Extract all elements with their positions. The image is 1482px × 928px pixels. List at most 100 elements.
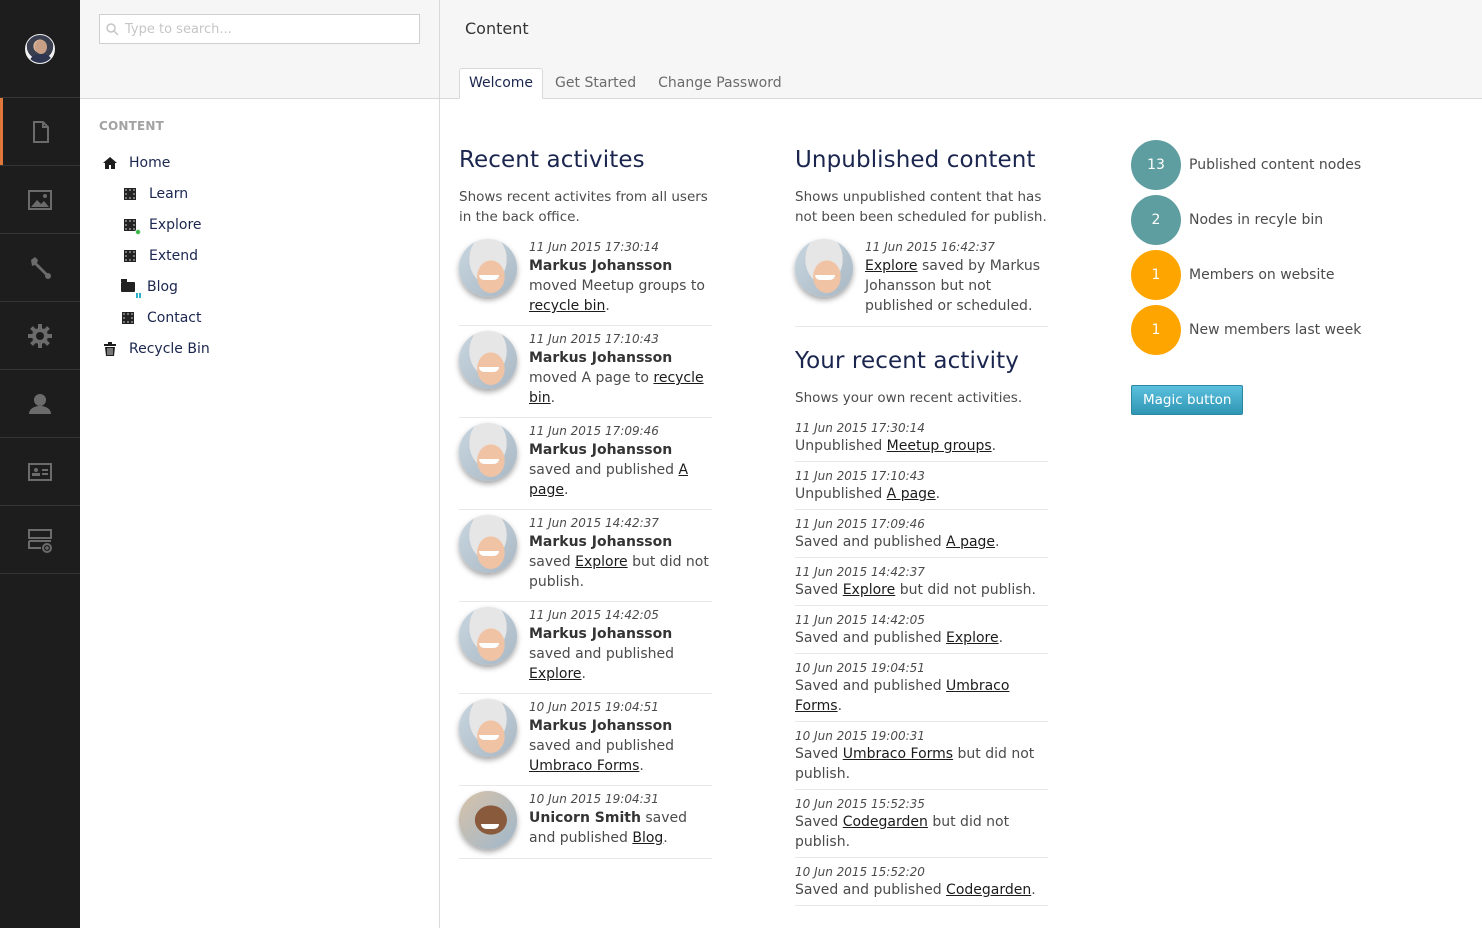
user-avatar	[459, 331, 517, 389]
content-link[interactable]: Explore	[575, 554, 628, 570]
unpublished-section: Unpublished content Shows unpublished co…	[795, 140, 1048, 910]
user-avatar[interactable]	[25, 33, 55, 64]
activity-item: 11 Jun 2015 17:09:46 Markus Johansson sav…	[459, 421, 712, 510]
document-icon	[120, 310, 136, 326]
activity-text-end: .	[550, 390, 556, 406]
content-link[interactable]: Umbraco Forms	[843, 746, 953, 762]
activity-text-end: .	[995, 534, 1000, 550]
section-users[interactable]	[0, 370, 80, 438]
section-forms[interactable]	[0, 506, 80, 574]
activity-text: Saved and published	[795, 882, 947, 898]
own-activity-list: 11 Jun 2015 17:30:14 Unpublished Meetup g…	[795, 418, 1048, 906]
form-add-icon	[28, 528, 52, 553]
timestamp: 11 Jun 2015 14:42:05	[529, 608, 659, 622]
activity-text: saved	[529, 554, 576, 570]
tree-item-blog[interactable]: Blog	[80, 271, 439, 302]
own-activity-item: 10 Jun 2015 15:52:20 Saved and published …	[795, 862, 1048, 906]
timestamp: 10 Jun 2015 19:04:51	[795, 661, 925, 675]
section-members[interactable]	[0, 438, 80, 506]
user-icon	[29, 393, 51, 414]
stat-label: Nodes in recyle bin	[1189, 212, 1324, 228]
timestamp: 11 Jun 2015 14:42:37	[529, 516, 659, 530]
content-link[interactable]: Meetup groups	[887, 438, 992, 454]
section-content[interactable]	[0, 98, 80, 166]
stat-label: Published content nodes	[1189, 157, 1362, 173]
user-name: Markus Johansson	[529, 718, 673, 734]
user-avatar	[459, 239, 517, 297]
activity-text-end: .	[563, 482, 569, 498]
stat-item: 2 Nodes in recyle bin	[1131, 195, 1451, 245]
section-settings[interactable]	[0, 302, 80, 370]
tabs: Welcome Get Started Change Password	[459, 68, 794, 99]
tree-item-recycle-bin[interactable]: Recycle Bin	[80, 333, 439, 364]
tree-item-extend[interactable]: Extend	[80, 240, 439, 271]
content-link[interactable]: A page	[887, 486, 936, 502]
search-box[interactable]	[99, 14, 420, 44]
user-name: Markus Johansson	[529, 258, 673, 274]
app-sidebar	[0, 0, 80, 928]
tab-change-password[interactable]: Change Password	[648, 68, 791, 99]
timestamp: 10 Jun 2015 19:04:31	[529, 792, 659, 806]
image-icon	[28, 189, 52, 210]
activity-text: saved and published	[529, 738, 674, 754]
home-icon	[102, 155, 118, 171]
user-avatar	[459, 699, 517, 757]
section-media[interactable]	[0, 166, 80, 234]
activity-text: Saved and published	[795, 630, 947, 646]
activity-text: Unpublished	[795, 486, 887, 502]
tree-item-label: Recycle Bin	[129, 340, 210, 357]
content-link[interactable]: Explore	[843, 582, 896, 598]
activity-text-end: .	[998, 630, 1004, 646]
content-link[interactable]: Umbraco Forms	[529, 758, 639, 774]
tree-item-learn[interactable]: Learn	[80, 178, 439, 209]
tree-item-label: Home	[129, 154, 171, 171]
activity-text: moved A page to	[529, 370, 654, 386]
stat-label: Members on website	[1189, 267, 1335, 283]
content-link[interactable]: Codegarden	[843, 814, 928, 830]
own-activity-description: Shows your own recent activities.	[795, 390, 1023, 406]
tab-get-started[interactable]: Get Started	[545, 68, 646, 99]
timestamp: 11 Jun 2015 17:10:43	[529, 332, 659, 346]
user-name: Unicorn Smith	[529, 810, 641, 826]
section-developer[interactable]	[0, 234, 80, 302]
user-name: Markus Johansson	[529, 442, 673, 458]
trash-icon	[102, 341, 118, 357]
activity-text-end: .	[605, 298, 610, 314]
unpublished-description: Shows unpublished content that has not b…	[795, 189, 1047, 225]
content-link[interactable]: Explore	[946, 630, 999, 646]
document-icon	[122, 186, 138, 202]
content-link[interactable]: Codegarden	[946, 882, 1031, 898]
gear-icon	[28, 323, 52, 348]
content-link[interactable]: Explore	[865, 258, 918, 274]
tab-welcome[interactable]: Welcome	[459, 68, 544, 99]
user-avatar	[459, 515, 517, 573]
user-avatar-container	[0, 0, 80, 98]
tree-item-contact[interactable]: Contact	[80, 302, 439, 333]
tree-item-home[interactable]: Home	[80, 147, 439, 178]
content-link[interactable]: A page	[946, 534, 995, 550]
tree-section-title: CONTENT	[99, 119, 165, 133]
main-header: Content Welcome Get Started Change Passw…	[440, 0, 1482, 99]
content-link[interactable]: Explore	[529, 666, 582, 682]
recent-activities-description: Shows recent activites from all users in…	[459, 189, 708, 225]
own-activity-item: 11 Jun 2015 14:42:05 Saved and published …	[795, 610, 1048, 654]
own-activity-title: Your recent activity	[795, 348, 1019, 374]
tree-item-label: Contact	[147, 309, 202, 326]
activity-text-end: .	[663, 830, 668, 846]
timestamp: 10 Jun 2015 19:00:31	[795, 729, 925, 743]
timestamp: 10 Jun 2015 15:52:35	[795, 797, 925, 811]
search-input[interactable]	[125, 21, 405, 37]
content-link[interactable]: Blog	[632, 830, 663, 846]
timestamp: 11 Jun 2015 14:42:37	[795, 565, 925, 579]
recent-activities-title: Recent activites	[459, 147, 645, 173]
magic-button[interactable]: Magic button	[1131, 385, 1244, 415]
folder-icon	[120, 278, 141, 298]
activity-item: 11 Jun 2015 17:30:14 Markus Johansson mov…	[459, 237, 712, 326]
tree-list: Home Learn Explore Extend Blog Contact R…	[80, 147, 439, 364]
tree-item-explore[interactable]: Explore	[80, 209, 439, 240]
id-card-icon	[28, 462, 52, 481]
tree-item-label: Blog	[147, 278, 178, 295]
content-link[interactable]: recycle bin	[529, 298, 605, 314]
activity-text-end: .	[837, 698, 843, 714]
main-panel: Content Welcome Get Started Change Passw…	[440, 0, 1482, 928]
